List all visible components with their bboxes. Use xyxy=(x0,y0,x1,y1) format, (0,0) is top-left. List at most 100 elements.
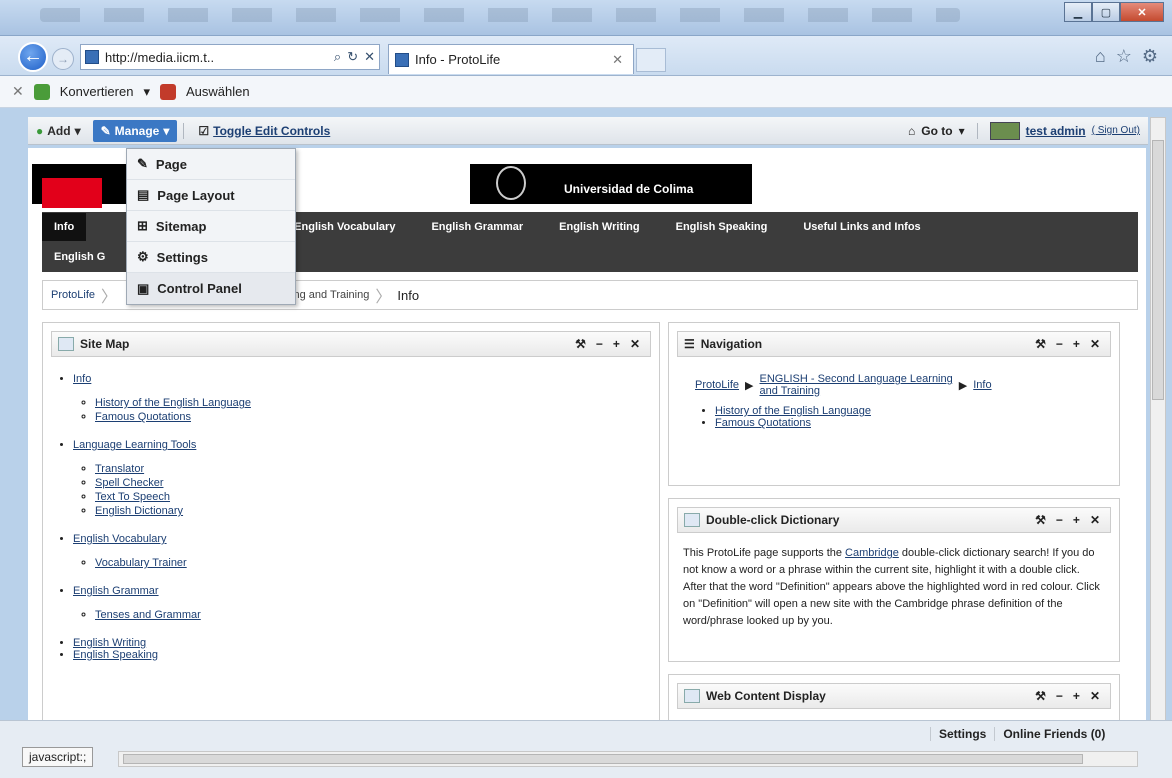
goto-button[interactable]: Go to xyxy=(921,124,952,138)
close-button[interactable]: ✕ xyxy=(1120,2,1164,22)
menu-item-control-panel[interactable]: ▣ Control Panel xyxy=(127,273,295,304)
bottom-settings-button[interactable]: Settings xyxy=(930,727,994,741)
sitemap-link[interactable]: Tenses and Grammar xyxy=(95,609,201,621)
forward-button[interactable]: → xyxy=(52,48,74,70)
add-button[interactable]: ● Add ▾ xyxy=(28,120,89,142)
select-button[interactable]: Auswählen xyxy=(186,84,250,99)
maximize-button[interactable]: ▢ xyxy=(1092,2,1120,22)
nav-item-info[interactable]: Info xyxy=(42,213,87,241)
nav-item-english-writing[interactable]: English Writing xyxy=(541,221,657,233)
chevron-down-icon[interactable]: ▾ xyxy=(143,84,150,100)
arrow-right-icon: ▶ xyxy=(958,379,968,392)
menu-item-page[interactable]: ✎ Page xyxy=(127,149,295,180)
user-name-link[interactable]: test admin xyxy=(1026,124,1086,138)
close-icon[interactable]: ✕ xyxy=(1090,513,1100,527)
browser-tab[interactable]: Info - ProtoLife ✕ xyxy=(388,44,634,74)
sitemap-link[interactable]: Vocabulary Trainer xyxy=(95,557,187,569)
browser-right-icons: ⌂ ☆ ⚙ xyxy=(1095,46,1158,67)
vertical-scrollbar[interactable] xyxy=(1150,117,1166,727)
plus-icon[interactable]: + xyxy=(1073,689,1080,703)
gear-icon[interactable]: ⚙ xyxy=(1142,46,1158,67)
sign-out-link[interactable]: ( Sign Out) xyxy=(1092,125,1140,136)
nav-crumb-home[interactable]: ProtoLife xyxy=(695,379,739,391)
manage-menu: ✎ Page ▤ Page Layout ⊞ Sitemap ⚙ Setting… xyxy=(126,148,296,305)
search-icon[interactable]: ⌕ xyxy=(334,49,341,65)
nav-crumb-mid-line2[interactable]: and Training xyxy=(760,385,953,397)
sitemap-icon xyxy=(58,337,74,351)
scrollbar-thumb[interactable] xyxy=(1152,140,1164,400)
wrench-icon[interactable]: ⚒ xyxy=(575,337,586,351)
manage-button[interactable]: ✎ Manage ▾ xyxy=(92,119,178,142)
refresh-icon[interactable]: ↻ xyxy=(347,49,358,65)
breadcrumb-home[interactable]: ProtoLife xyxy=(51,289,95,301)
favorites-icon[interactable]: ☆ xyxy=(1116,46,1132,67)
nav-item-english-vocabulary[interactable]: English Vocabulary xyxy=(276,221,413,233)
plus-icon[interactable]: + xyxy=(613,337,620,351)
new-tab-button[interactable] xyxy=(636,48,666,72)
menu-item-sitemap[interactable]: ⊞ Sitemap xyxy=(127,211,295,242)
scrollbar-thumb[interactable] xyxy=(123,754,1083,764)
toggle-edit-controls[interactable]: ☑ Toggle Edit Controls xyxy=(190,120,338,142)
navigation-list: History of the English Language Famous Q… xyxy=(669,405,1119,429)
back-button[interactable]: ← xyxy=(18,42,48,72)
sitemap-link[interactable]: Info xyxy=(73,373,91,385)
plus-icon[interactable]: + xyxy=(1073,513,1080,527)
stop-icon[interactable]: ✕ xyxy=(364,49,375,65)
sitemap-link[interactable]: History of the English Language xyxy=(95,397,251,409)
home-icon: ⌂ xyxy=(908,123,916,138)
nav-item-useful-links[interactable]: Useful Links and Infos xyxy=(785,221,938,233)
wrench-icon[interactable]: ⚒ xyxy=(1035,337,1046,351)
minimize-icon[interactable]: − xyxy=(1056,689,1063,703)
sitemap-link[interactable]: Translator xyxy=(95,463,144,475)
nav-item-english-g[interactable]: English G xyxy=(42,251,123,263)
sitemap-link[interactable]: English Vocabulary xyxy=(73,533,167,545)
add-label: Add xyxy=(47,123,71,138)
sitemap-link[interactable]: Text To Speech xyxy=(95,491,170,503)
sitemap-group: Info History of the English Language Fam… xyxy=(73,373,659,423)
nav-list-item[interactable]: Famous Quotations xyxy=(715,417,811,429)
minimize-icon[interactable]: − xyxy=(1056,513,1063,527)
horizontal-scrollbar[interactable] xyxy=(118,751,1138,767)
plus-icon[interactable]: + xyxy=(1073,337,1080,351)
tab-close-icon[interactable]: ✕ xyxy=(612,52,623,68)
close-icon[interactable]: ✕ xyxy=(1090,337,1100,351)
close-icon[interactable]: ✕ xyxy=(630,337,640,351)
wrench-icon[interactable]: ⚒ xyxy=(1035,513,1046,527)
cambridge-link[interactable]: Cambridge xyxy=(845,547,899,559)
sitemap-link[interactable]: English Speaking xyxy=(73,649,158,661)
menu-item-label: Sitemap xyxy=(155,218,207,234)
web-content-icon xyxy=(684,689,700,703)
wrench-icon[interactable]: ⚒ xyxy=(1035,689,1046,703)
sitemap-link[interactable]: English Grammar xyxy=(73,585,159,597)
nav-crumb-mid-line1[interactable]: ENGLISH - Second Language Learning xyxy=(760,373,953,385)
sitemap-link[interactable]: English Writing xyxy=(73,637,146,649)
sitemap-link[interactable]: Language Learning Tools xyxy=(73,439,196,451)
sitemap-link[interactable]: Famous Quotations xyxy=(95,411,191,423)
close-toolbar-icon[interactable]: ✕ xyxy=(12,83,24,100)
dictionary-text-before: This ProtoLife page supports the xyxy=(683,547,846,559)
nav-item-english-speaking[interactable]: English Speaking xyxy=(658,221,786,233)
menu-item-settings[interactable]: ⚙ Settings xyxy=(127,242,295,273)
nav-crumb-current[interactable]: Info xyxy=(973,379,991,391)
colima-text: Universidad de Colima xyxy=(564,182,694,196)
address-bar[interactable]: http://media.iicm.t.. ⌕ ↻ ✕ xyxy=(80,44,380,70)
minimize-icon[interactable]: − xyxy=(596,337,603,351)
address-text: http://media.iicm.t.. xyxy=(105,49,215,65)
convert-button[interactable]: Konvertieren xyxy=(60,84,134,99)
nav-list-item[interactable]: History of the English Language xyxy=(715,405,871,417)
home-icon[interactable]: ⌂ xyxy=(1095,46,1106,67)
nav-item-english-grammar[interactable]: English Grammar xyxy=(413,221,541,233)
menu-item-page-layout[interactable]: ▤ Page Layout xyxy=(127,180,295,211)
menu-item-label: Page Layout xyxy=(157,187,235,203)
layout-icon: ▤ xyxy=(137,187,150,202)
sitemap-link[interactable]: English Dictionary xyxy=(95,505,183,517)
chevron-down-icon[interactable]: ▾ xyxy=(959,124,965,138)
blurred-title-strip xyxy=(40,8,960,22)
online-friends-button[interactable]: Online Friends (0) xyxy=(994,727,1113,741)
minimize-icon[interactable]: − xyxy=(1056,337,1063,351)
minimize-button[interactable]: ▁ xyxy=(1064,2,1092,22)
close-icon[interactable]: ✕ xyxy=(1090,689,1100,703)
sitemap-link[interactable]: Spell Checker xyxy=(95,477,163,489)
browser-nav-row: ← → http://media.iicm.t.. ⌕ ↻ ✕ Info - P… xyxy=(0,36,1172,76)
dockbar: ● Add ▾ ✎ Manage ▾ ☑ Toggle Edit Control… xyxy=(28,117,1148,145)
